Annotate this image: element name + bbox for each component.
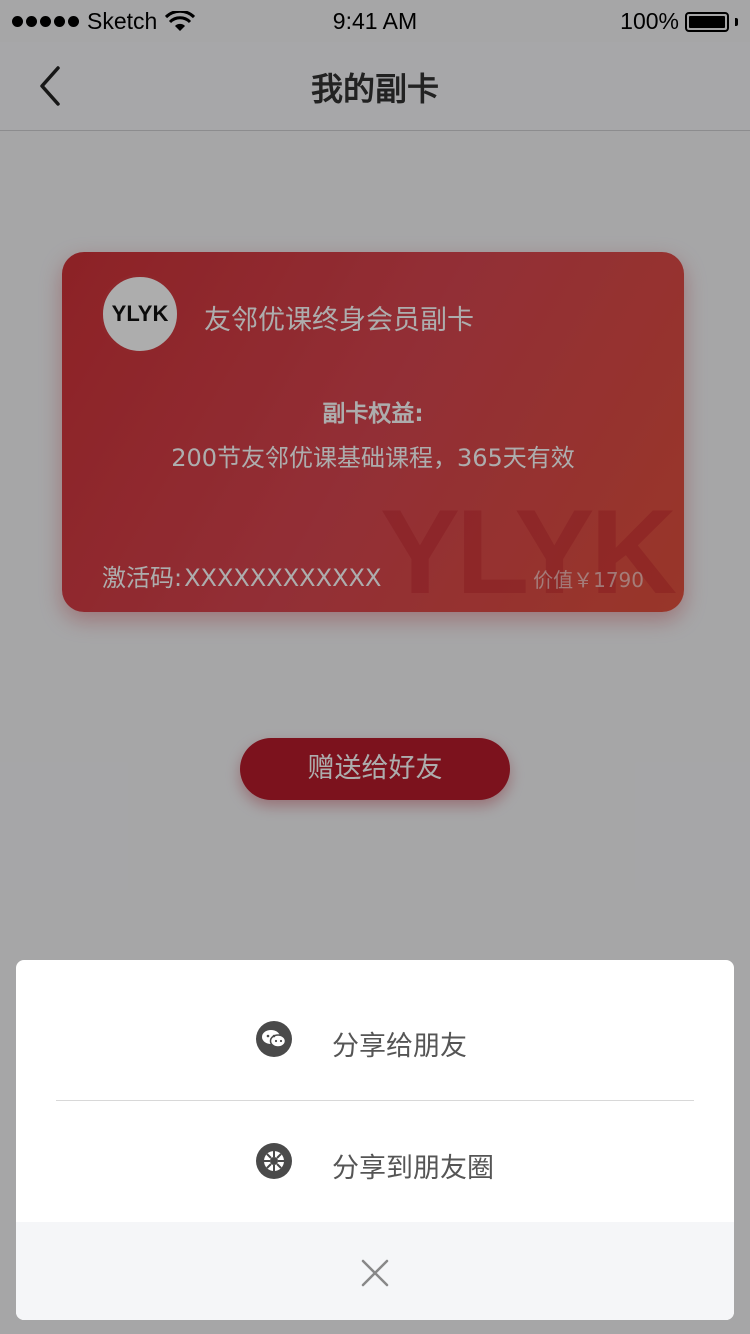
share-to-moments-label: 分享到朋友圈 — [332, 1153, 494, 1184]
wechat-icon — [256, 1021, 292, 1057]
share-sheet: 分享给朋友 分享到朋友圈 — [16, 960, 734, 1320]
close-icon — [361, 1259, 389, 1287]
share-to-friend-label: 分享给朋友 — [332, 1031, 467, 1062]
share-to-moments-item[interactable]: 分享到朋友圈 — [16, 1100, 734, 1222]
share-to-friend-item[interactable]: 分享给朋友 — [16, 978, 734, 1100]
moments-icon — [256, 1143, 292, 1179]
close-sheet-button[interactable] — [16, 1222, 734, 1320]
